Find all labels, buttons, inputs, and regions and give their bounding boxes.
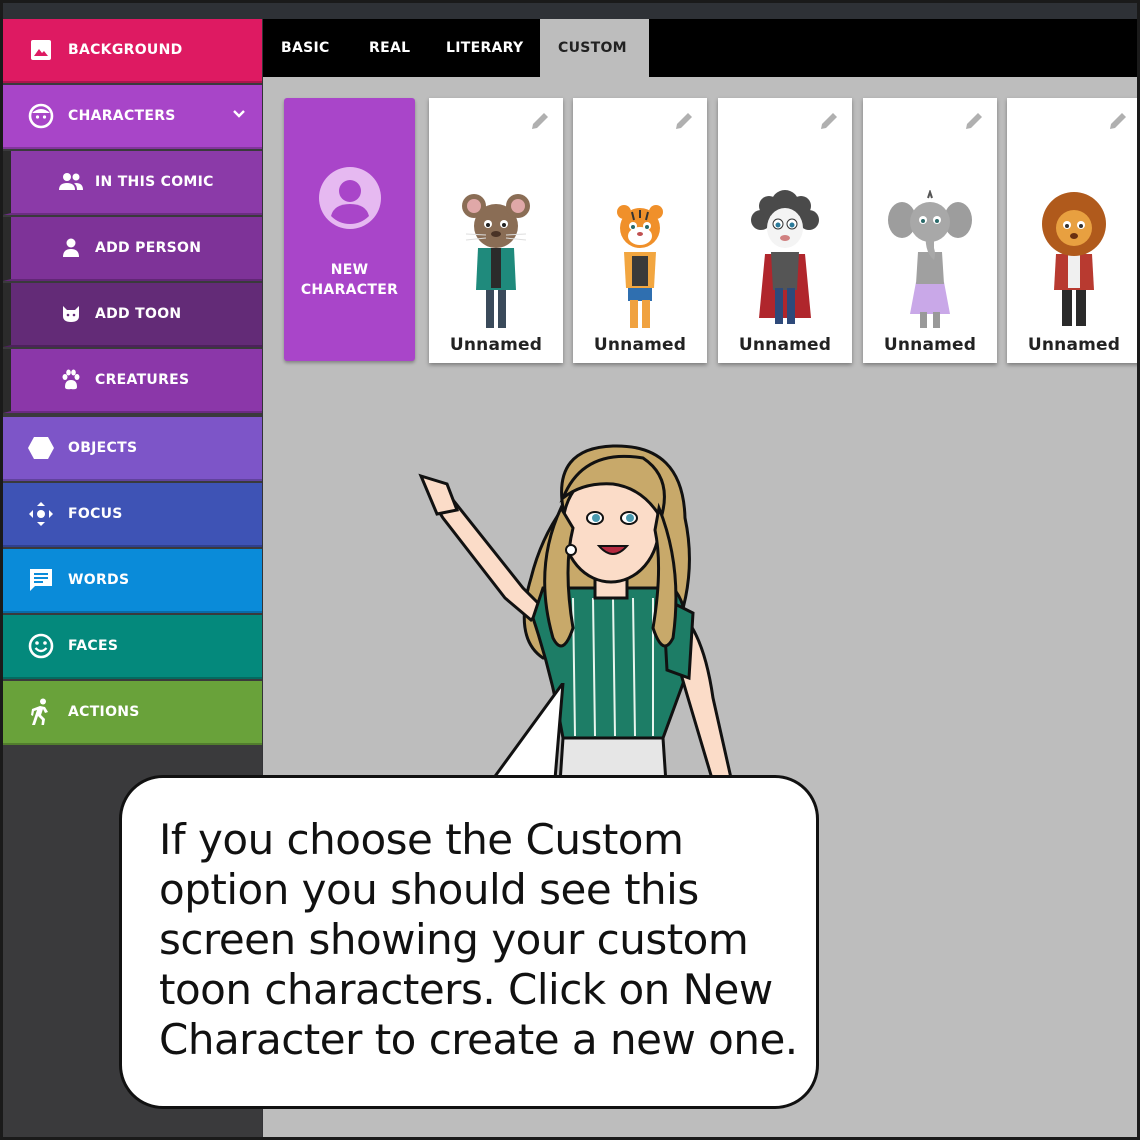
app-frame: BACKGROUND CHARACTERS IN THIS COMIC ADD …: [3, 3, 1137, 1137]
sidebar-item-in-this-comic[interactable]: IN THIS COMIC: [3, 151, 262, 215]
character-name: Unnamed: [429, 335, 563, 355]
character-name: Unnamed: [1007, 335, 1137, 355]
edit-icon[interactable]: [673, 110, 695, 136]
tab-literary[interactable]: LITERARY: [446, 19, 523, 77]
sidebar-item-label: CREATURES: [95, 372, 190, 388]
edit-icon[interactable]: [1107, 110, 1129, 136]
face-icon: [27, 102, 55, 130]
new-character-label: NEW CHARACTER: [300, 262, 399, 298]
guide-character-illustration: [418, 444, 733, 798]
smile-icon: [27, 632, 55, 660]
cat-icon: [57, 300, 85, 328]
character-card[interactable]: Unnamed: [573, 98, 707, 363]
new-character-button[interactable]: NEW CHARACTER: [284, 98, 415, 361]
sheep-toon: [751, 190, 819, 324]
character-card[interactable]: Unnamed: [718, 98, 852, 363]
sidebar-item-label: OBJECTS: [68, 440, 138, 456]
sidebar-item-focus[interactable]: FOCUS: [3, 483, 262, 547]
sidebar-item-background[interactable]: BACKGROUND: [3, 19, 262, 83]
tab-real[interactable]: REAL: [369, 19, 410, 77]
sidebar-item-label: BACKGROUND: [68, 42, 183, 58]
mouse-toon: [462, 194, 530, 328]
image-icon: [27, 36, 55, 64]
person-icon: [57, 234, 85, 262]
sidebar-item-label: FOCUS: [68, 506, 123, 522]
elephant-toon: [888, 190, 972, 328]
edit-icon[interactable]: [963, 110, 985, 136]
sidebar-item-faces[interactable]: FACES: [3, 615, 262, 679]
top-bar: [3, 3, 1137, 19]
sidebar-item-objects[interactable]: OBJECTS: [3, 417, 262, 481]
sidebar-item-label: ADD TOON: [95, 306, 182, 322]
category-tabs: BASIC REAL LITERARY CUSTOM: [263, 19, 1137, 77]
move-icon: [27, 500, 55, 528]
character-card[interactable]: Unnamed: [1007, 98, 1137, 363]
paw-icon: [57, 366, 85, 394]
sidebar-item-actions[interactable]: ACTIONS: [3, 681, 262, 745]
sidebar-item-add-toon[interactable]: ADD TOON: [3, 283, 262, 347]
sidebar-item-label: ACTIONS: [68, 704, 140, 720]
sidebar-item-label: IN THIS COMIC: [95, 174, 214, 190]
character-card[interactable]: Unnamed: [863, 98, 997, 363]
hexagon-icon: [27, 434, 55, 462]
chevron-down-icon[interactable]: [232, 107, 246, 123]
tab-custom[interactable]: CUSTOM: [540, 19, 649, 77]
people-icon: [57, 168, 85, 196]
tiger-toon: [617, 205, 663, 328]
sidebar-item-label: ADD PERSON: [95, 240, 202, 256]
person-circle-icon: [318, 166, 382, 234]
sidebar-item-label: CHARACTERS: [68, 108, 176, 124]
sidebar-item-characters[interactable]: CHARACTERS: [3, 85, 262, 149]
sidebar-item-label: WORDS: [68, 572, 130, 588]
tab-basic[interactable]: BASIC: [281, 19, 330, 77]
character-card[interactable]: Unnamed: [429, 98, 563, 363]
run-icon: [27, 698, 55, 726]
chat-icon: [27, 566, 55, 594]
character-name: Unnamed: [573, 335, 707, 355]
character-name: Unnamed: [718, 335, 852, 355]
sidebar-item-creatures[interactable]: CREATURES: [3, 349, 262, 413]
sidebar-item-label: FACES: [68, 638, 119, 654]
sidebar-item-add-person[interactable]: ADD PERSON: [3, 217, 262, 281]
sidebar-item-words[interactable]: WORDS: [3, 549, 262, 613]
character-name: Unnamed: [863, 335, 997, 355]
speech-bubble-text: If you choose the Custom option you shou…: [159, 815, 798, 1064]
lion-toon: [1042, 192, 1106, 326]
speech-bubble-tail: [493, 683, 565, 781]
edit-icon[interactable]: [529, 110, 551, 136]
edit-icon[interactable]: [818, 110, 840, 136]
